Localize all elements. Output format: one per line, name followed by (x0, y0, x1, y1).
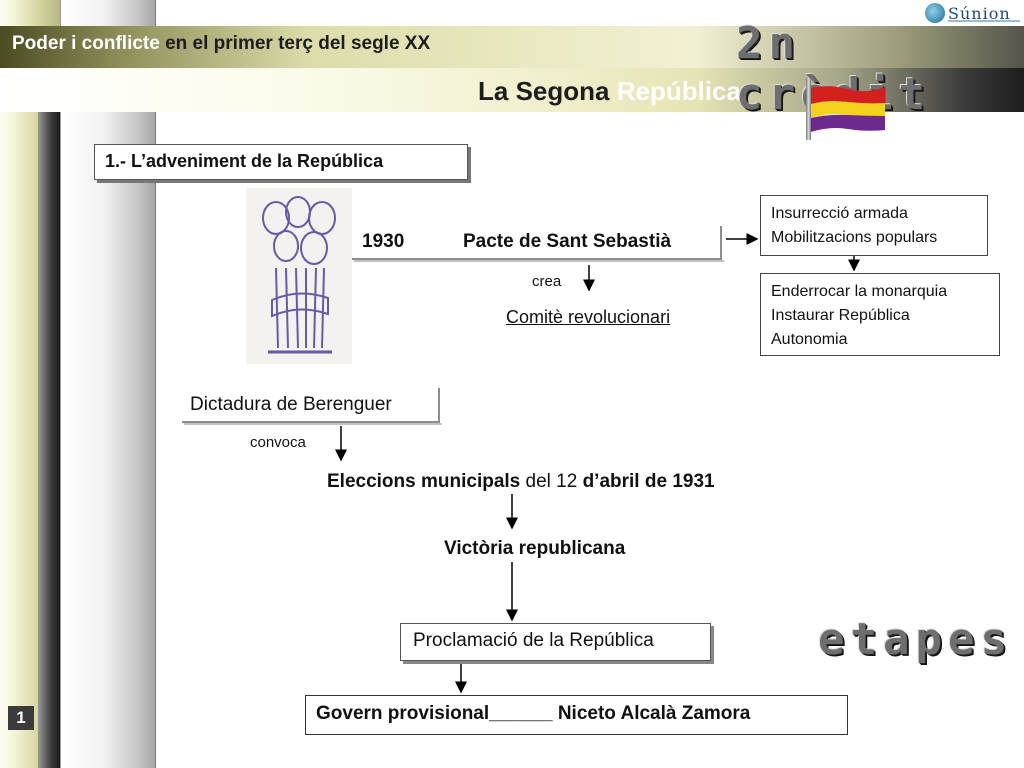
arrows-layer (335, 233, 860, 694)
